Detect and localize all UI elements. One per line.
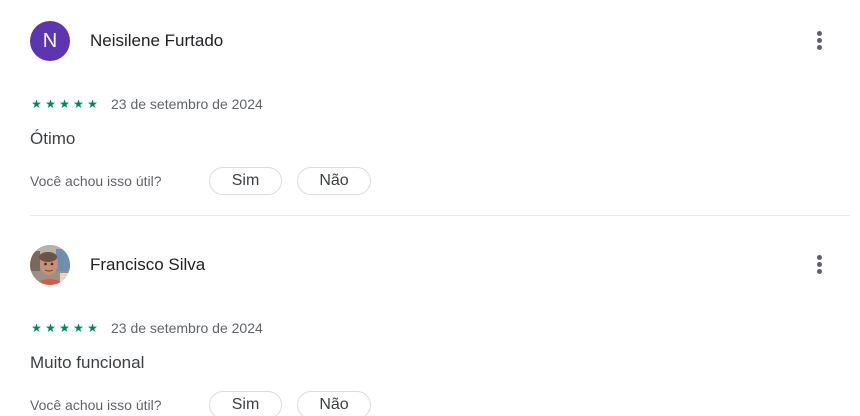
review-date: 23 de setembro de 2024 <box>111 96 263 112</box>
helpful-row: Você achou isso útil? Sim Não <box>30 390 371 416</box>
helpful-row: Você achou isso útil? Sim Não <box>30 166 371 196</box>
star-icon: ★ <box>73 321 84 335</box>
divider <box>30 215 850 216</box>
star-icon: ★ <box>45 97 56 111</box>
avatar: N <box>30 21 70 61</box>
reviewer-name: Neisilene Furtado <box>90 31 224 50</box>
helpful-yes-button[interactable]: Sim <box>209 167 282 195</box>
star-icon: ★ <box>87 321 98 335</box>
star-icon: ★ <box>59 97 70 111</box>
review-meta: ★ ★ ★ ★ ★ 23 de setembro de 2024 <box>30 95 263 113</box>
review-text: Muito funcional <box>30 353 145 372</box>
star-icon: ★ <box>45 321 56 335</box>
more-options-icon[interactable] <box>806 250 834 280</box>
star-icon: ★ <box>31 97 42 111</box>
more-options-icon[interactable] <box>806 26 834 56</box>
star-icon: ★ <box>31 321 42 335</box>
star-icon: ★ <box>73 97 84 111</box>
review-meta: ★ ★ ★ ★ ★ 23 de setembro de 2024 <box>30 319 263 337</box>
avatar-photo <box>30 245 70 285</box>
star-rating: ★ ★ ★ ★ ★ <box>30 322 99 334</box>
avatar <box>30 245 70 285</box>
star-icon: ★ <box>87 97 98 111</box>
reviews-page: N Neisilene Furtado ★ ★ ★ ★ ★ 23 de sete… <box>0 0 860 416</box>
helpful-yes-button[interactable]: Sim <box>209 391 282 416</box>
star-rating: ★ ★ ★ ★ ★ <box>30 98 99 110</box>
helpful-no-button[interactable]: Não <box>297 391 371 416</box>
reviewer-name: Francisco Silva <box>90 255 206 274</box>
helpful-question: Você achou isso útil? <box>30 173 162 189</box>
helpful-no-button[interactable]: Não <box>297 167 371 195</box>
review-text: Ótimo <box>30 129 76 148</box>
helpful-question: Você achou isso útil? <box>30 397 162 413</box>
review-date: 23 de setembro de 2024 <box>111 320 263 336</box>
star-icon: ★ <box>59 321 70 335</box>
